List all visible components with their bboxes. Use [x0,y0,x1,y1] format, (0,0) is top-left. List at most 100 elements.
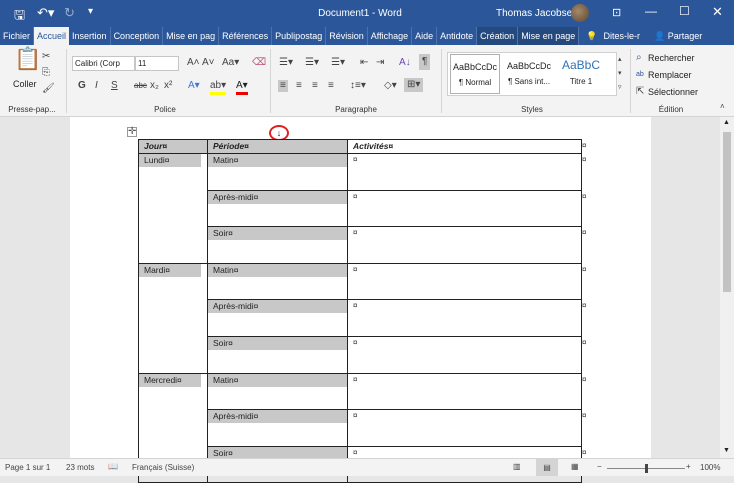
tab-références[interactable]: Références [219,27,273,45]
page-count[interactable]: Page 1 sur 1 [5,463,50,472]
user-name[interactable]: Thomas Jacobsen [496,8,578,19]
style-normal[interactable]: AaBbCcDc ¶ Normal [450,54,500,94]
line-spacing-icon[interactable]: ↕≡▾ [350,80,366,92]
zoom-slider-thumb[interactable] [645,464,648,473]
decrease-indent-icon[interactable]: ⇤ [360,57,368,69]
font-name-select[interactable]: Calibri (Corp [72,56,135,71]
vertical-scrollbar[interactable]: ▲ ▼ [720,117,734,458]
customize-qat-icon[interactable]: ▾ [88,6,93,17]
tab-fichier[interactable]: Fichier [0,27,35,45]
activity-cell[interactable]: ¤ [347,299,582,337]
table-move-handle-icon[interactable]: ✛ [127,127,138,137]
period-cell[interactable]: Soir¤ [207,226,348,264]
minimize-button[interactable]: — [645,4,657,18]
day-cell[interactable]: Lundi¤ [138,153,208,264]
bullets-icon[interactable]: ☰▾ [279,57,293,69]
copy-icon[interactable]: ⎘ [42,67,50,79]
share-button[interactable]: 👤 Partager [651,27,705,45]
header-cell[interactable]: Jour¤ [138,139,208,154]
period-cell[interactable]: Matin¤ [207,262,348,301]
numbering-icon[interactable]: ☰▾ [305,57,319,69]
zoom-level[interactable]: 100% [700,463,720,472]
zoom-in-button[interactable]: + [686,462,691,471]
period-cell[interactable]: Matin¤ [207,153,348,191]
activity-cell[interactable]: ¤ [347,189,582,228]
highlight-icon[interactable]: ab▾ [210,80,227,95]
cut-icon[interactable]: ✂ [42,51,50,63]
style-heading1[interactable]: AaBbC Titre 1 [556,54,606,94]
paste-button[interactable]: Coller [13,79,37,89]
grow-font-icon[interactable]: A˄ [187,57,200,69]
redo-icon[interactable]: ↻ [64,5,75,21]
styles-scroll-icon[interactable]: ▴ ▾ ▿ [618,53,622,95]
align-right-button[interactable]: ≡ [312,80,318,92]
clear-format-icon[interactable]: ⌫ [252,57,266,69]
scroll-down-icon[interactable]: ▼ [723,447,730,454]
show-marks-button[interactable]: ¶ [419,54,431,70]
header-cell[interactable]: Activités¤ [347,139,582,154]
tell-me-input[interactable]: Dites-le-r [600,27,643,45]
tab-création[interactable]: Création [477,27,519,45]
print-layout-icon[interactable]: ▤ [536,459,558,476]
align-left-button[interactable]: ≡ [278,80,288,92]
tab-affichage[interactable]: Affichage [368,27,413,45]
period-cell[interactable]: Après-midi¤ [207,409,348,447]
word-count[interactable]: 23 mots [66,463,94,472]
select-icon[interactable]: ⇱ [636,86,644,98]
paste-icon[interactable]: 📋 [14,48,41,70]
text-effects-icon[interactable]: A▾ [188,80,200,92]
close-button[interactable]: ✕ [712,4,723,20]
tab-mise-en-pag[interactable]: Mise en pag [163,27,220,45]
header-cell[interactable]: Période¤ [207,139,348,154]
replace-icon[interactable]: ab [636,69,644,81]
activity-cell[interactable]: ¤ [347,409,582,447]
period-cell[interactable]: Après-midi¤ [207,299,348,337]
format-painter-icon[interactable]: 🖌 [42,83,55,95]
web-layout-icon[interactable]: ▦ [571,462,579,471]
italic-button[interactable]: I [95,80,98,92]
day-cell[interactable]: Mardi¤ [138,262,208,374]
period-cell[interactable]: Matin¤ [207,372,348,411]
tab-insertion[interactable]: Insertion [69,27,111,45]
ribbon-display-icon[interactable]: ⊡ [612,6,621,19]
change-case-icon[interactable]: Aa▾ [222,57,239,69]
justify-button[interactable]: ≡ [328,80,334,92]
tab-mise-en-page[interactable]: Mise en page [518,27,580,45]
tab-publipostag[interactable]: Publipostag [272,27,327,45]
read-mode-icon[interactable]: ▥ [513,462,521,471]
activity-cell[interactable]: ¤ [347,153,582,191]
scroll-up-icon[interactable]: ▲ [723,119,730,126]
strikethrough-icon[interactable]: abc [134,80,147,92]
undo-icon[interactable]: ↶▾ [37,5,54,21]
sort-icon[interactable]: A↓ [399,57,411,69]
activity-cell[interactable]: ¤ [347,262,582,301]
shading-icon[interactable]: ◇▾ [384,80,397,92]
bold-button[interactable]: G [78,80,86,92]
tab-aide[interactable]: Aide [412,27,438,45]
proofing-icon[interactable]: 📖 [108,462,118,471]
superscript-icon[interactable]: x² [164,80,172,92]
tab-révision[interactable]: Révision [326,27,368,45]
font-size-select[interactable]: 11 [135,56,179,71]
language[interactable]: Français (Suisse) [132,463,194,472]
subscript-icon[interactable]: x₂ [150,80,159,92]
period-cell[interactable]: Après-midi¤ [207,189,348,228]
tab-conception[interactable]: Conception [111,27,164,45]
zoom-out-button[interactable]: − [597,462,602,471]
font-color-icon[interactable]: A▾ [236,80,248,95]
style-no-spacing[interactable]: AaBbCcDc ¶ Sans int... [503,54,555,94]
shrink-font-icon[interactable]: A˅ [202,57,215,69]
period-cell[interactable]: Soir¤ [207,336,348,374]
maximize-button[interactable]: ☐ [679,4,690,18]
document-page[interactable]: ✛ ↓ Jour¤ Période¤ Activités¤ ¤ Lundi¤ Matin¤ ¤ ¤… [70,117,651,483]
tab-antidote[interactable]: Antidote [437,27,478,45]
align-center-button[interactable]: ≡ [296,80,302,92]
scroll-thumb[interactable] [723,132,731,292]
save-icon[interactable]: 🖫 [14,6,25,28]
borders-icon[interactable]: ⊞▾ [404,78,424,92]
activity-cell[interactable]: ¤ [347,226,582,264]
find-button[interactable]: Rechercher [648,53,695,63]
select-button[interactable]: Sélectionner [648,87,698,97]
multilevel-list-icon[interactable]: ☰▾ [331,57,345,69]
replace-button[interactable]: Remplacer [648,70,692,80]
